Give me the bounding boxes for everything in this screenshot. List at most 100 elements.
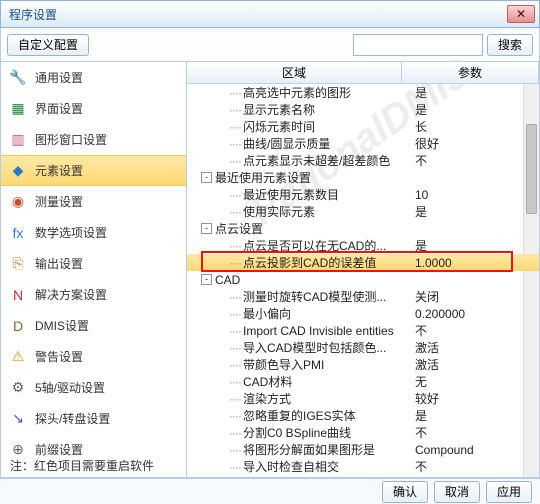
sidebar-icon: D: [9, 317, 27, 335]
tree-value: 是: [415, 84, 427, 101]
sidebar-item-3[interactable]: ◆ 元素设置: [1, 155, 186, 186]
sidebar-icon: ⊕: [9, 441, 27, 459]
tree-dots: ····: [227, 409, 243, 423]
tree-label: 导入时检查自相交: [243, 458, 339, 475]
search-input[interactable]: [353, 34, 483, 56]
tree-label: 测量时旋转CAD模型使测...: [243, 288, 386, 305]
toolbar: 自定义配置 搜索: [0, 28, 540, 62]
col-param-header[interactable]: 参数: [402, 62, 539, 83]
tree-label: 最小偏向: [243, 305, 291, 322]
tree-label: 点云是否可以在无CAD的...: [243, 237, 386, 254]
tree-row[interactable]: ····点云是否可以在无CAD的...是: [187, 237, 539, 254]
tree-label: 显示元素名称: [243, 101, 315, 118]
sidebar-item-4[interactable]: ◉测量设置: [1, 186, 186, 217]
tree-label: 点云设置: [215, 220, 263, 237]
tree-label: 分割C0 BSpline曲线: [243, 424, 351, 441]
tree-value: 激活: [415, 339, 439, 356]
titlebar: 程序设置 ✕: [0, 0, 540, 28]
tree-row[interactable]: ····显示元素名称是: [187, 101, 539, 118]
sidebar-item-6[interactable]: ⎘输出设置: [1, 248, 186, 279]
sidebar-item-2[interactable]: ▥图形窗口设置: [1, 124, 186, 155]
cancel-button[interactable]: 取消: [434, 481, 480, 503]
tree-row[interactable]: ····使用实际元素是: [187, 203, 539, 220]
sidebar-item-9[interactable]: ⚠警告设置: [1, 341, 186, 372]
tree-row[interactable]: ····高亮选中元素的图形是: [187, 84, 539, 101]
sidebar-item-label: 通用设置: [35, 69, 83, 86]
search-button[interactable]: 搜索: [487, 34, 533, 56]
footnote: 注：红色项目需要重启软件: [10, 457, 154, 474]
sidebar-item-10[interactable]: ⚙5轴/驱动设置: [1, 372, 186, 403]
tree-label: CAD: [215, 273, 240, 287]
sidebar-icon: ⎘: [9, 255, 27, 273]
expand-icon[interactable]: -: [201, 223, 212, 234]
sidebar-item-5[interactable]: fx数学选项设置: [1, 217, 186, 248]
tree-dots: ····: [227, 426, 243, 440]
tree-dots: ····: [227, 341, 243, 355]
tree-label: 点元素显示未超差/超差颜色: [243, 152, 390, 169]
tree-value: 不: [415, 458, 427, 475]
tree-dots: ····: [227, 460, 243, 474]
apply-button[interactable]: 应用: [486, 481, 532, 503]
tree-value: 较好: [415, 390, 439, 407]
sidebar-icon: N: [9, 286, 27, 304]
sidebar-icon: ▦: [9, 100, 27, 118]
tree-value: 长: [415, 118, 427, 135]
tree-dots: ····: [227, 103, 243, 117]
tree-value: 是: [415, 203, 427, 220]
tree-row[interactable]: -CAD: [187, 271, 539, 288]
sidebar-item-label: 5轴/驱动设置: [35, 379, 105, 396]
sidebar-item-label: 元素设置: [35, 162, 83, 179]
sidebar-item-8[interactable]: DDMIS设置: [1, 310, 186, 341]
tree-label: 闪烁元素时间: [243, 118, 315, 135]
customize-button[interactable]: 自定义配置: [7, 34, 89, 56]
sidebar-icon: ▥: [9, 131, 27, 149]
tree-value: 无: [415, 373, 427, 390]
sidebar-item-7[interactable]: N解决方案设置: [1, 279, 186, 310]
tree-label: 最近使用元素设置: [215, 169, 311, 186]
tree-row[interactable]: ····忽略重复的IGES实体是: [187, 407, 539, 424]
tree-row[interactable]: ····CAD材料无: [187, 373, 539, 390]
tree-value: Compound: [415, 443, 474, 457]
tree-row[interactable]: -最近使用元素设置: [187, 169, 539, 186]
tree-row[interactable]: ····点元素显示未超差/超差颜色 不: [187, 152, 539, 169]
sidebar-item-1[interactable]: ▦界面设置: [1, 93, 186, 124]
tree-header: 区域 参数: [187, 62, 539, 84]
ok-button[interactable]: 确认: [382, 481, 428, 503]
tree-dots: ····: [227, 324, 243, 338]
tree-row[interactable]: ····导入时检查自相交 不: [187, 458, 539, 475]
sidebar: 🔧通用设置▦界面设置▥图形窗口设置 ◆ 元素设置 ◉测量设置fx数学选项设置⎘输出设置…: [1, 62, 187, 477]
tree-value: 不: [415, 152, 427, 169]
tree-row[interactable]: ····渲染方式较好: [187, 390, 539, 407]
tree-dots: ····: [227, 375, 243, 389]
tree-row[interactable]: ····将图形分解面如果图形是Compound: [187, 441, 539, 458]
tree-row[interactable]: ····Import CAD Invisible entities不: [187, 322, 539, 339]
tree-row[interactable]: -点云设置: [187, 220, 539, 237]
sidebar-icon: ⚠: [9, 348, 27, 366]
tree-row[interactable]: ····点云投影到CAD的误差值1.0000: [187, 254, 539, 271]
sidebar-item-label: 数学选项设置: [35, 224, 107, 241]
tree-row[interactable]: ····测量时旋转CAD模型使测...关闭: [187, 288, 539, 305]
col-area-header[interactable]: 区域: [187, 62, 402, 83]
tree-row[interactable]: ····最小偏向0.200000: [187, 305, 539, 322]
tree-row[interactable]: ····带颜色导入PMI激活: [187, 356, 539, 373]
expand-icon[interactable]: -: [201, 172, 212, 183]
sidebar-item-label: 测量设置: [35, 193, 83, 210]
expand-icon[interactable]: -: [201, 274, 212, 285]
tree-row[interactable]: ····曲线/圆显示质量很好: [187, 135, 539, 152]
tree-label: 曲线/圆显示质量: [243, 135, 330, 152]
tree-value: 是: [415, 237, 427, 254]
tree-row[interactable]: ····分割C0 BSpline曲线不: [187, 424, 539, 441]
sidebar-item-11[interactable]: ↘探头/转盘设置: [1, 403, 186, 434]
tree-label: Import CAD Invisible entities: [243, 324, 394, 338]
sidebar-icon: ◆: [9, 162, 27, 180]
tree-row[interactable]: ····导入CAD模型时包括颜色... 激活: [187, 339, 539, 356]
tree-value: 很好: [415, 135, 439, 152]
close-icon: ✕: [516, 7, 526, 21]
tree-dots: ····: [227, 154, 243, 168]
sidebar-item-0[interactable]: 🔧通用设置: [1, 62, 186, 93]
tree-row[interactable]: ····最近使用元素数目10: [187, 186, 539, 203]
tree-row[interactable]: ····闪烁元素时间长: [187, 118, 539, 135]
close-button[interactable]: ✕: [507, 5, 535, 23]
tree-label: 导入CAD模型时包括颜色...: [243, 339, 386, 356]
tree-value: 1.0000: [415, 256, 452, 270]
